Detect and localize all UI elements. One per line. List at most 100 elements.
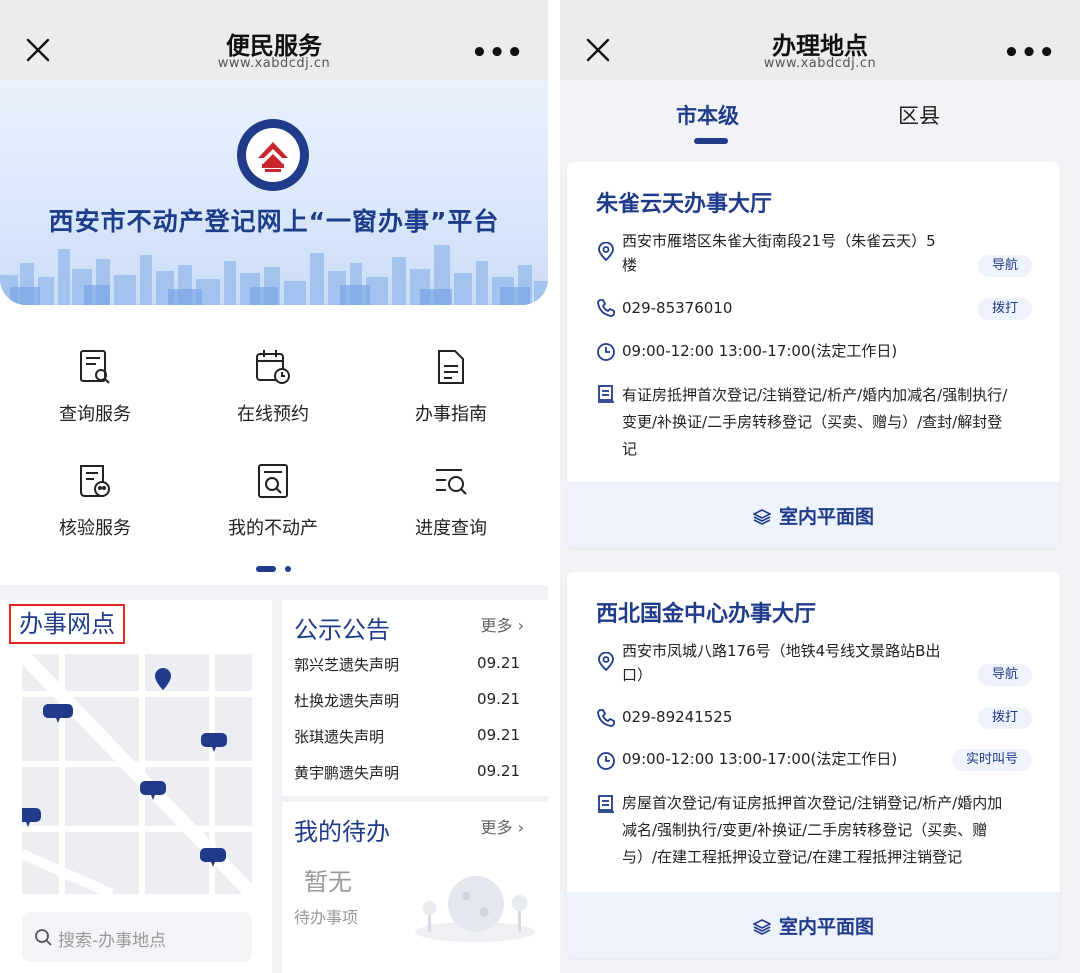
notice-name: 张琪遗失声明 (294, 728, 385, 746)
page-url: www.xabdcdj.cn (217, 56, 331, 71)
outlet-search-input[interactable]: 搜索-办事地点 (22, 912, 252, 962)
hall-hours: 09:00-12:00 13:00-17:00(法定工作日) (622, 342, 898, 360)
floor-plan-label: 室内平面图 (778, 506, 874, 528)
service-query[interactable]: 查询服务 (15, 348, 175, 438)
active-tab-indicator (694, 138, 728, 144)
calendar-clock-icon (256, 350, 290, 384)
location-pin-icon (598, 652, 614, 672)
floor-plan-label: 室内平面图 (778, 916, 874, 938)
business-list-icon (598, 385, 614, 403)
services-line: 有证房抵押首次登记/注销登记/析产/婚内加减名/强制执行/ (622, 386, 1008, 404)
notice-date: 09.21 (477, 690, 520, 708)
layers-icon (752, 919, 771, 935)
services-line: 房屋首次登记/有证房抵押首次登记/注销登记/析产/婚内加 (622, 794, 1003, 812)
floor-plan-button[interactable]: 室内平面图 (567, 892, 1060, 958)
notice-date: 09.21 (477, 726, 520, 744)
services-line: 记 (622, 440, 638, 458)
query-doc-icon (80, 350, 110, 384)
notice-item[interactable]: 郭兴芝遗失声明 09.21 (294, 654, 520, 678)
outlets-title[interactable]: 办事网点 (9, 604, 125, 644)
call-button[interactable]: 拨打 (977, 298, 1032, 320)
outlets-map[interactable] (22, 654, 252, 894)
more-label: 更多 (480, 818, 513, 837)
business-list-icon (598, 795, 614, 813)
address-line: 口） (622, 666, 653, 684)
call-button[interactable]: 拨打 (977, 707, 1032, 729)
clock-icon (597, 343, 615, 361)
hall-phone: 029-89241525 (622, 708, 733, 726)
convenience-services-screen: 便民服务 www.xabdcdj.cn ••• 西安市不动产登记网上“一窗办事”… (0, 0, 548, 973)
todo-empty-subtext: 待办事项 (294, 908, 359, 927)
hall-address: 西安市雁塔区朱雀大街南段21号（朱雀云天）5 楼 (622, 229, 936, 277)
service-label: 在线预约 (237, 404, 309, 425)
hall-hours: 09:00-12:00 13:00-17:00(法定工作日) (622, 750, 898, 768)
hall-services: 房屋首次登记/有证房抵押首次登记/注销登记/析产/婚内加 减名/强制执行/变更/… (622, 790, 1042, 871)
hall-services: 有证房抵押首次登记/注销登记/析产/婚内加减名/强制执行/ 变更/补换证/二手房… (622, 382, 1042, 463)
page-url: www.xabdcdj.cn (763, 56, 877, 71)
progress-search-icon (436, 469, 467, 495)
empty-state-illustration (415, 876, 535, 942)
todo-more-link[interactable]: 更多 › (480, 814, 524, 838)
address-line: 楼 (622, 256, 638, 274)
notices-more-link[interactable]: 更多 › (480, 612, 524, 636)
platform-banner: 西安市不动产登记网上“一窗办事”平台 (0, 80, 548, 305)
todo-empty-text: 暂无 (304, 868, 352, 896)
service-label: 核验服务 (59, 518, 131, 539)
hall-name: 西北国金中心办事大厅 (596, 602, 817, 627)
service-locations-screen: 办理地点 www.xabdcdj.cn ••• 市本级 区县 朱雀云天办事大厅 … (560, 0, 1080, 973)
notice-name: 黄宇鹏遗失声明 (294, 764, 400, 782)
phone-icon (597, 299, 615, 317)
notice-item[interactable]: 杜换龙遗失声明 09.21 (294, 690, 520, 714)
chevron-right-icon: › (517, 818, 524, 837)
notice-name: 郭兴芝遗失声明 (294, 656, 400, 674)
todo-title: 我的待办 (294, 818, 390, 846)
service-label: 办事指南 (415, 404, 487, 425)
location-pin-icon (598, 242, 614, 262)
hall-phone: 029-85376010 (622, 299, 733, 317)
tab-city-level[interactable]: 市本级 (676, 100, 739, 130)
notice-date: 09.21 (477, 654, 520, 672)
service-hall-card: 朱雀云天办事大厅 西安市雁塔区朱雀大街南段21号（朱雀云天）5 楼 导航 029… (567, 162, 1060, 548)
notices-title: 公示公告 (294, 616, 390, 644)
nav-bar: 办理地点 www.xabdcdj.cn ••• (560, 0, 1080, 80)
real-estate-registration-logo (237, 119, 309, 191)
services-line: 减名/强制执行/变更/补换证/二手房转移登记（买卖、赠 (622, 821, 988, 839)
notice-item[interactable]: 张琪遗失声明 09.21 (294, 726, 520, 750)
clock-icon (597, 752, 615, 770)
floor-plan-button[interactable]: 室内平面图 (567, 482, 1060, 548)
service-booking[interactable]: 在线预约 (193, 348, 353, 438)
page-indicator (256, 566, 291, 572)
more-menu-icon[interactable]: ••• (1003, 38, 1056, 68)
screen-divider (548, 0, 560, 973)
search-icon (35, 929, 52, 946)
layers-icon (752, 509, 771, 525)
location-tabs: 市本级 区县 (560, 80, 1080, 152)
verify-scroll-icon (80, 465, 110, 497)
guide-doc-icon (438, 350, 464, 384)
search-placeholder: 搜索-办事地点 (58, 931, 167, 951)
queue-call-button[interactable]: 实时叫号 (951, 749, 1032, 771)
phone-icon (597, 709, 615, 727)
todo-card: 我的待办 更多 › 暂无 待办事项 (282, 802, 548, 973)
service-my-property[interactable]: 我的不动产 (193, 462, 353, 552)
notice-name: 杜换龙遗失声明 (294, 692, 400, 710)
service-verify[interactable]: 核验服务 (15, 462, 175, 552)
service-guide[interactable]: 办事指南 (371, 348, 531, 438)
more-label: 更多 (480, 616, 513, 635)
address-line: 西安市凤城八路176号（地铁4号线文景路站B出 (622, 642, 941, 660)
service-label: 进度查询 (415, 518, 487, 539)
navigate-button[interactable]: 导航 (977, 664, 1032, 686)
service-hall-card: 西北国金中心办事大厅 西安市凤城八路176号（地铁4号线文景路站B出 口） 导航… (567, 572, 1060, 958)
hall-address: 西安市凤城八路176号（地铁4号线文景路站B出 口） (622, 639, 940, 687)
my-property-icon (258, 464, 288, 498)
notices-card: 公示公告 更多 › 郭兴芝遗失声明 09.21 杜换龙遗失声明 09.21 张琪… (282, 600, 548, 796)
hall-name: 朱雀云天办事大厅 (596, 192, 773, 217)
more-menu-icon[interactable]: ••• (471, 38, 524, 68)
service-progress[interactable]: 进度查询 (371, 462, 531, 552)
notice-item[interactable]: 黄宇鹏遗失声明 09.21 (294, 762, 520, 786)
service-label: 我的不动产 (228, 518, 318, 539)
navigate-button[interactable]: 导航 (977, 255, 1032, 277)
services-line: 与）/在建工程抵押设立登记/在建工程抵押注销登记 (622, 848, 963, 866)
tab-district[interactable]: 区县 (898, 100, 940, 130)
notice-date: 09.21 (477, 762, 520, 780)
